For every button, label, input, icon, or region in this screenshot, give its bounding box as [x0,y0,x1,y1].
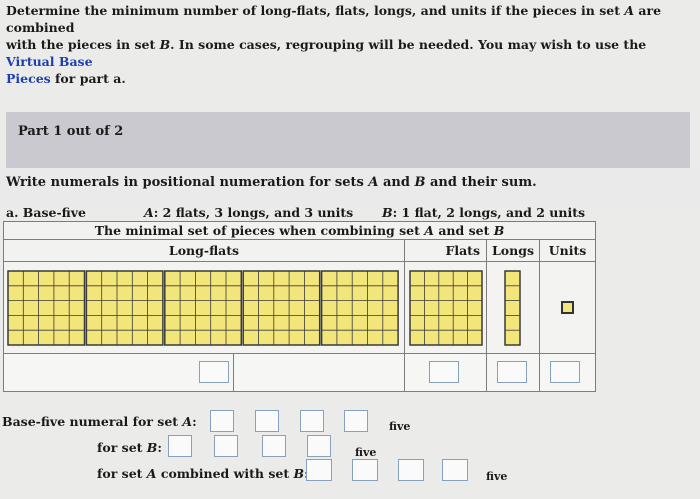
long-count-input[interactable] [497,361,527,384]
header-units: Units [539,238,596,263]
combined-digit-1[interactable] [306,459,332,481]
combined-digit-3[interactable] [398,459,424,481]
instructions-text: Write numerals in positional numeration … [6,175,537,190]
long-flat-answer-cell [3,352,234,393]
unit-count-input[interactable] [550,361,580,384]
flat-count-input[interactable] [429,361,459,384]
answer-combined-label: for set A combined with set B: [97,466,309,481]
ans-b-colon: : [157,440,162,455]
instr-B: B [414,175,426,190]
long-flat-block [242,269,321,346]
ans-c-B: B [293,466,305,481]
long-piece [504,269,521,346]
table-title-A: A [424,222,434,238]
pieces-table: The minimal set of pieces when combining… [3,221,596,393]
long-cell [486,261,540,354]
long-answer-cell [486,352,540,393]
instr-a: Write numerals in positional numeration … [6,175,369,190]
table-title-mid: and set [433,222,494,238]
set-a-digit-2[interactable] [255,410,279,432]
part-label: Part 1 out of 2 [18,124,124,139]
long-flat-spacer-cell [233,352,405,393]
ans-c-mid: combined with set [156,466,294,481]
flat-answer-cell [404,352,487,393]
ans-b-var: B [146,440,158,455]
set-b-description: B: 1 flat, 2 longs, and 2 units [382,205,585,220]
long-flat-block [320,269,399,346]
long-flat-block [7,269,86,346]
table-title-a: The minimal set of pieces when combining… [94,222,425,238]
pieces-link[interactable]: Pieces [6,71,51,86]
set-b-desc-text: : 1 flat, 2 longs, and 2 units [392,205,586,220]
ans-a-colon: : [192,414,197,429]
set-b-var: B [159,37,171,52]
instr-mid: and [378,175,415,190]
combined-base: five [486,470,508,483]
set-a-digit-1[interactable] [210,410,234,432]
set-a-var: A [624,3,635,18]
combined-digit-4[interactable] [442,459,468,481]
set-a-desc-text: : 2 flats, 3 longs, and 3 units [153,205,354,220]
long-flat-count-input[interactable] [199,361,229,384]
long-flat-block [164,269,243,346]
set-b-digit-1[interactable] [168,435,192,457]
header-flats: Flats [404,238,487,263]
set-b-base: five [355,446,377,459]
question-line2-end: . In some cases, regrouping will be need… [170,37,647,52]
flat-cell [404,261,487,354]
set-a-description: A: 2 flats, 3 longs, and 3 units [144,205,353,220]
set-a-digit-3[interactable] [300,410,324,432]
set-b-digit-4[interactable] [307,435,331,457]
set-b-digit-2[interactable] [214,435,238,457]
ans-a-var: A [182,414,193,429]
unit-piece [561,301,574,315]
question-text: Determine the minimum number of long-fla… [6,2,696,87]
set-b-desc-var: B [382,205,393,220]
combined-digit-2[interactable] [352,459,378,481]
set-a-desc-var: A [144,205,154,220]
flat-block [408,269,483,346]
header-longs: Longs [486,238,540,263]
unit-answer-cell [539,352,596,393]
set-b-digit-3[interactable] [262,435,286,457]
question-line3-end: for part a. [50,71,126,86]
ans-b-text: for set [97,440,147,455]
virtual-base-link[interactable]: Virtual Base [6,54,93,69]
question-line1: Determine the minimum number of long-fla… [6,3,625,18]
table-title-B: B [493,222,505,238]
long-block [504,269,521,346]
header-long-flats: Long-flats [3,238,405,263]
part-a-label: a. Base-five [6,205,86,220]
set-a-base: five [389,420,411,433]
instr-b: and their sum. [425,175,537,190]
table-title: The minimal set of pieces when combining… [3,221,596,240]
answer-set-a-label: Base-five numeral for set A: [2,414,197,429]
long-flat-block [85,269,164,346]
ans-c-text: for set [97,466,147,481]
long-flat-cell [3,261,405,354]
set-a-digit-4[interactable] [344,410,368,432]
instr-A: A [368,175,379,190]
flat-piece [408,269,483,346]
long-flat-piece [7,269,399,346]
ans-a-text: Base-five numeral for set [2,414,183,429]
unit-cell [539,261,596,354]
answer-set-b-label: for set B: [97,440,162,455]
question-line2: with the pieces in set [6,37,160,52]
